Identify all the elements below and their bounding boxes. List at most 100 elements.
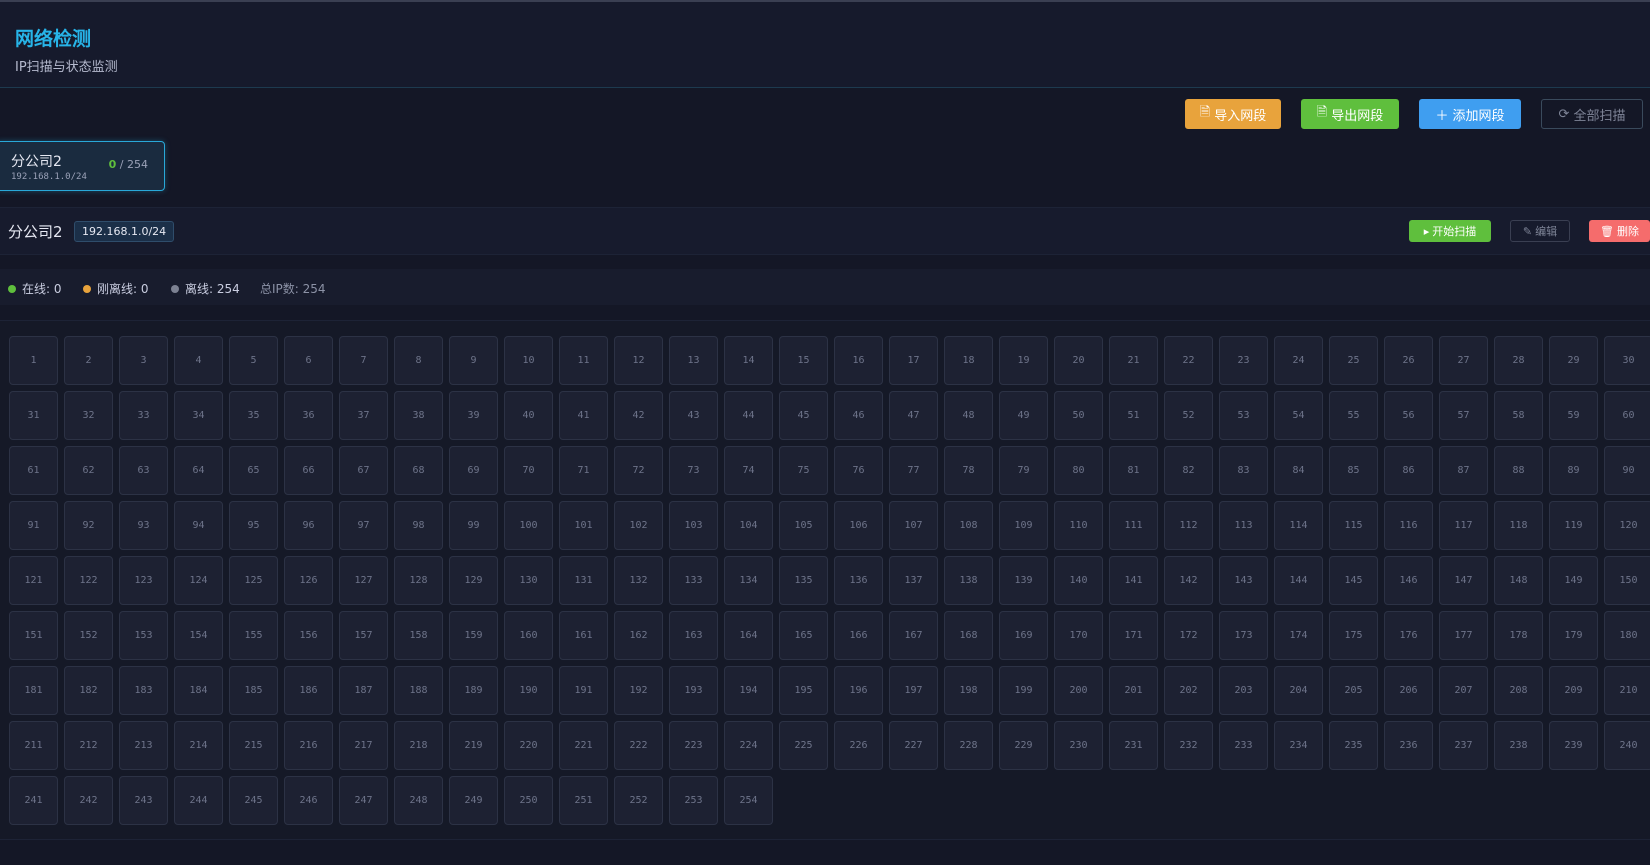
ip-cell[interactable]: 3 [119, 336, 168, 385]
ip-cell[interactable]: 53 [1219, 391, 1268, 440]
ip-cell[interactable]: 105 [779, 501, 828, 550]
ip-cell[interactable]: 136 [834, 556, 883, 605]
ip-cell[interactable]: 93 [119, 501, 168, 550]
ip-cell[interactable]: 110 [1054, 501, 1103, 550]
ip-cell[interactable]: 72 [614, 446, 663, 495]
ip-cell[interactable]: 145 [1329, 556, 1378, 605]
ip-cell[interactable]: 41 [559, 391, 608, 440]
ip-cell[interactable]: 154 [174, 611, 223, 660]
ip-cell[interactable]: 50 [1054, 391, 1103, 440]
ip-cell[interactable]: 182 [64, 666, 113, 715]
ip-cell[interactable]: 132 [614, 556, 663, 605]
ip-cell[interactable]: 60 [1604, 391, 1650, 440]
ip-cell[interactable]: 20 [1054, 336, 1103, 385]
ip-cell[interactable]: 2 [64, 336, 113, 385]
ip-cell[interactable]: 114 [1274, 501, 1323, 550]
ip-cell[interactable]: 101 [559, 501, 608, 550]
ip-cell[interactable]: 92 [64, 501, 113, 550]
ip-cell[interactable]: 17 [889, 336, 938, 385]
ip-cell[interactable]: 123 [119, 556, 168, 605]
ip-cell[interactable]: 61 [9, 446, 58, 495]
ip-cell[interactable]: 159 [449, 611, 498, 660]
ip-cell[interactable]: 231 [1109, 721, 1158, 770]
ip-cell[interactable]: 243 [119, 776, 168, 825]
ip-cell[interactable]: 16 [834, 336, 883, 385]
ip-cell[interactable]: 210 [1604, 666, 1650, 715]
ip-cell[interactable]: 116 [1384, 501, 1433, 550]
ip-cell[interactable]: 115 [1329, 501, 1378, 550]
ip-cell[interactable]: 176 [1384, 611, 1433, 660]
ip-cell[interactable]: 11 [559, 336, 608, 385]
ip-cell[interactable]: 66 [284, 446, 333, 495]
ip-cell[interactable]: 31 [9, 391, 58, 440]
ip-cell[interactable]: 177 [1439, 611, 1488, 660]
ip-cell[interactable]: 188 [394, 666, 443, 715]
ip-cell[interactable]: 86 [1384, 446, 1433, 495]
ip-cell[interactable]: 185 [229, 666, 278, 715]
ip-cell[interactable]: 187 [339, 666, 388, 715]
ip-cell[interactable]: 18 [944, 336, 993, 385]
ip-cell[interactable]: 134 [724, 556, 773, 605]
ip-cell[interactable]: 64 [174, 446, 223, 495]
ip-cell[interactable]: 117 [1439, 501, 1488, 550]
ip-cell[interactable]: 139 [999, 556, 1048, 605]
ip-cell[interactable]: 8 [394, 336, 443, 385]
ip-cell[interactable]: 194 [724, 666, 773, 715]
ip-cell[interactable]: 215 [229, 721, 278, 770]
ip-cell[interactable]: 235 [1329, 721, 1378, 770]
ip-cell[interactable]: 83 [1219, 446, 1268, 495]
ip-cell[interactable]: 174 [1274, 611, 1323, 660]
ip-cell[interactable]: 51 [1109, 391, 1158, 440]
ip-cell[interactable]: 14 [724, 336, 773, 385]
ip-cell[interactable]: 245 [229, 776, 278, 825]
ip-cell[interactable]: 98 [394, 501, 443, 550]
ip-cell[interactable]: 254 [724, 776, 773, 825]
start-scan-button[interactable]: ▸ 开始扫描 [1409, 220, 1491, 242]
ip-cell[interactable]: 70 [504, 446, 553, 495]
ip-cell[interactable]: 204 [1274, 666, 1323, 715]
ip-cell[interactable]: 183 [119, 666, 168, 715]
ip-cell[interactable]: 180 [1604, 611, 1650, 660]
ip-cell[interactable]: 193 [669, 666, 718, 715]
ip-cell[interactable]: 97 [339, 501, 388, 550]
ip-cell[interactable]: 137 [889, 556, 938, 605]
ip-cell[interactable]: 244 [174, 776, 223, 825]
ip-cell[interactable]: 156 [284, 611, 333, 660]
ip-cell[interactable]: 52 [1164, 391, 1213, 440]
ip-cell[interactable]: 190 [504, 666, 553, 715]
ip-cell[interactable]: 195 [779, 666, 828, 715]
ip-cell[interactable]: 214 [174, 721, 223, 770]
ip-cell[interactable]: 84 [1274, 446, 1323, 495]
ip-cell[interactable]: 146 [1384, 556, 1433, 605]
ip-cell[interactable]: 220 [504, 721, 553, 770]
ip-cell[interactable]: 249 [449, 776, 498, 825]
ip-cell[interactable]: 29 [1549, 336, 1598, 385]
ip-cell[interactable]: 96 [284, 501, 333, 550]
ip-cell[interactable]: 172 [1164, 611, 1213, 660]
ip-cell[interactable]: 5 [229, 336, 278, 385]
ip-cell[interactable]: 213 [119, 721, 168, 770]
ip-cell[interactable]: 33 [119, 391, 168, 440]
ip-cell[interactable]: 37 [339, 391, 388, 440]
ip-cell[interactable]: 131 [559, 556, 608, 605]
ip-cell[interactable]: 128 [394, 556, 443, 605]
ip-cell[interactable]: 71 [559, 446, 608, 495]
ip-cell[interactable]: 121 [9, 556, 58, 605]
ip-cell[interactable]: 106 [834, 501, 883, 550]
ip-cell[interactable]: 189 [449, 666, 498, 715]
ip-cell[interactable]: 175 [1329, 611, 1378, 660]
ip-cell[interactable]: 161 [559, 611, 608, 660]
ip-cell[interactable]: 239 [1549, 721, 1598, 770]
ip-cell[interactable]: 48 [944, 391, 993, 440]
ip-cell[interactable]: 186 [284, 666, 333, 715]
ip-cell[interactable]: 170 [1054, 611, 1103, 660]
ip-cell[interactable]: 6 [284, 336, 333, 385]
ip-cell[interactable]: 127 [339, 556, 388, 605]
ip-cell[interactable]: 125 [229, 556, 278, 605]
ip-cell[interactable]: 67 [339, 446, 388, 495]
ip-cell[interactable]: 23 [1219, 336, 1268, 385]
ip-cell[interactable]: 201 [1109, 666, 1158, 715]
ip-cell[interactable]: 224 [724, 721, 773, 770]
ip-cell[interactable]: 179 [1549, 611, 1598, 660]
ip-cell[interactable]: 169 [999, 611, 1048, 660]
